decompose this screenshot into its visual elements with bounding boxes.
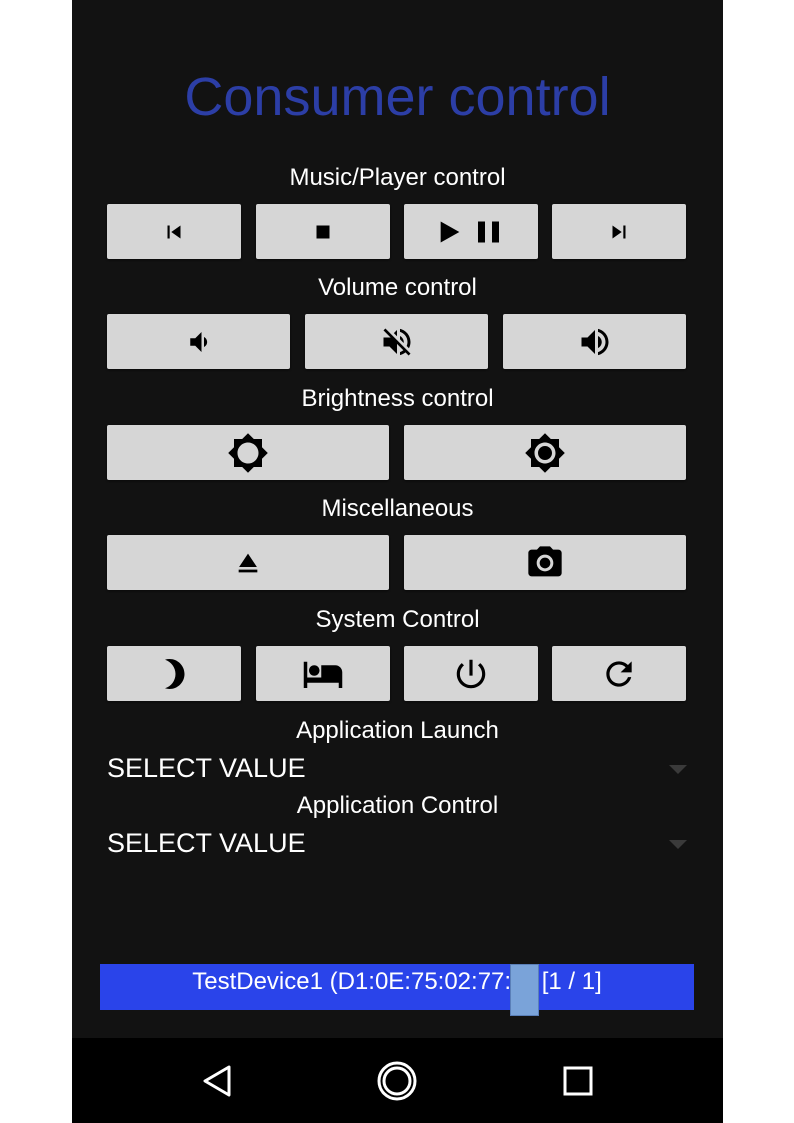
app-control-selected-value: SELECT VALUE	[107, 828, 306, 858]
selection-highlight	[510, 964, 539, 1016]
volume-down-button[interactable]	[107, 314, 290, 369]
recents-icon	[563, 1066, 593, 1096]
section-system-label: System Control	[315, 606, 480, 633]
section-misc-label: Miscellaneous	[321, 495, 474, 522]
hotel-bed-icon	[303, 661, 343, 688]
volume-down-icon	[189, 331, 207, 352]
system-nav-bar	[72, 1038, 723, 1123]
restart-button[interactable]	[552, 646, 686, 701]
eject-button[interactable]	[107, 535, 389, 590]
sleep-moon-icon	[165, 658, 185, 689]
stop-icon	[316, 225, 330, 238]
brightness-high-icon	[525, 432, 565, 473]
section-app-launch-label: Application Launch	[296, 717, 499, 744]
stop-button[interactable]	[256, 204, 390, 259]
dropdown-arrow-icon	[669, 840, 687, 849]
brightness-low-icon	[228, 432, 268, 473]
sleep-button[interactable]	[107, 646, 241, 701]
volume-mute-icon	[383, 328, 410, 355]
volume-up-button[interactable]	[503, 314, 686, 369]
section-brightness-label: Brightness control	[301, 385, 494, 412]
camera-button[interactable]	[404, 535, 686, 590]
camera-icon	[528, 545, 562, 576]
hibernate-button[interactable]	[256, 646, 390, 701]
play-pause-icon	[440, 221, 499, 242]
back-icon	[203, 1065, 231, 1097]
section-app-control-label: Application Control	[296, 792, 499, 819]
nav-recents-button[interactable]	[553, 1058, 603, 1104]
device-status-bar[interactable]: TestDevice1 (D1:0E:75:02:77:) [1 / 1]	[100, 964, 694, 1016]
brightness-up-button[interactable]	[404, 425, 686, 480]
app-screen: Consumer control Music/Player control Vo…	[72, 0, 723, 1123]
app-launch-selected-value: SELECT VALUE	[107, 753, 306, 783]
app-launch-dropdown[interactable]: SELECT VALUE	[107, 749, 687, 787]
brightness-down-button[interactable]	[107, 425, 389, 480]
skip-next-icon	[612, 225, 626, 238]
nav-home-button[interactable]	[372, 1058, 422, 1104]
previous-track-button[interactable]	[107, 204, 241, 259]
play-pause-button[interactable]	[404, 204, 538, 259]
skip-previous-icon	[167, 225, 181, 238]
power-button[interactable]	[404, 646, 538, 701]
device-name-address: TestDevice1 (D1:0E:75:02:77:	[192, 968, 512, 995]
next-track-button[interactable]	[552, 204, 686, 259]
section-music-label: Music/Player control	[289, 164, 506, 191]
nav-back-button[interactable]	[192, 1058, 242, 1104]
app-control-dropdown[interactable]: SELECT VALUE	[107, 824, 687, 862]
section-volume-label: Volume control	[318, 274, 477, 301]
dropdown-arrow-icon	[669, 765, 687, 774]
eject-icon	[238, 553, 258, 572]
volume-up-icon	[581, 328, 608, 355]
refresh-icon	[606, 660, 632, 687]
volume-mute-button[interactable]	[305, 314, 488, 369]
page-title: Consumer control	[184, 67, 611, 127]
power-icon	[456, 659, 486, 688]
home-icon	[377, 1061, 417, 1101]
